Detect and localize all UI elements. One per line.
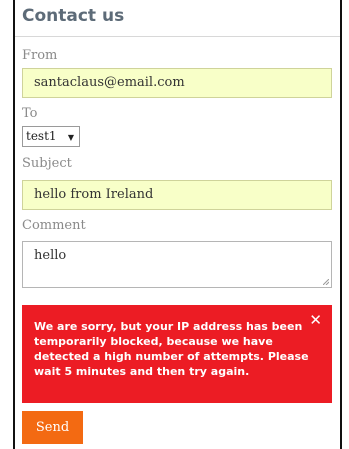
- from-field[interactable]: santaclaus@email.com: [22, 68, 332, 98]
- comment-value: hello: [34, 248, 67, 263]
- to-label: To: [22, 106, 38, 121]
- to-select[interactable]: test1 ▼: [22, 126, 80, 147]
- subject-label: Subject: [22, 156, 72, 171]
- comment-textarea[interactable]: hello: [22, 241, 332, 288]
- title-divider: [15, 36, 340, 37]
- page-title: Contact us: [22, 6, 125, 26]
- chevron-down-icon: ▼: [67, 133, 74, 142]
- error-alert: We are sorry, but your IP address has be…: [22, 305, 332, 403]
- send-button[interactable]: Send: [22, 411, 83, 444]
- alert-message: We are sorry, but your IP address has be…: [34, 320, 309, 378]
- subject-field[interactable]: hello from Ireland: [22, 180, 332, 210]
- from-value: santaclaus@email.com: [34, 75, 185, 90]
- resize-grip-icon[interactable]: [323, 279, 329, 285]
- close-icon[interactable]: ✕: [309, 313, 322, 328]
- subject-value: hello from Ireland: [34, 187, 154, 202]
- to-selected-value: test1: [26, 129, 57, 143]
- from-label: From: [22, 48, 58, 63]
- comment-label: Comment: [22, 218, 86, 233]
